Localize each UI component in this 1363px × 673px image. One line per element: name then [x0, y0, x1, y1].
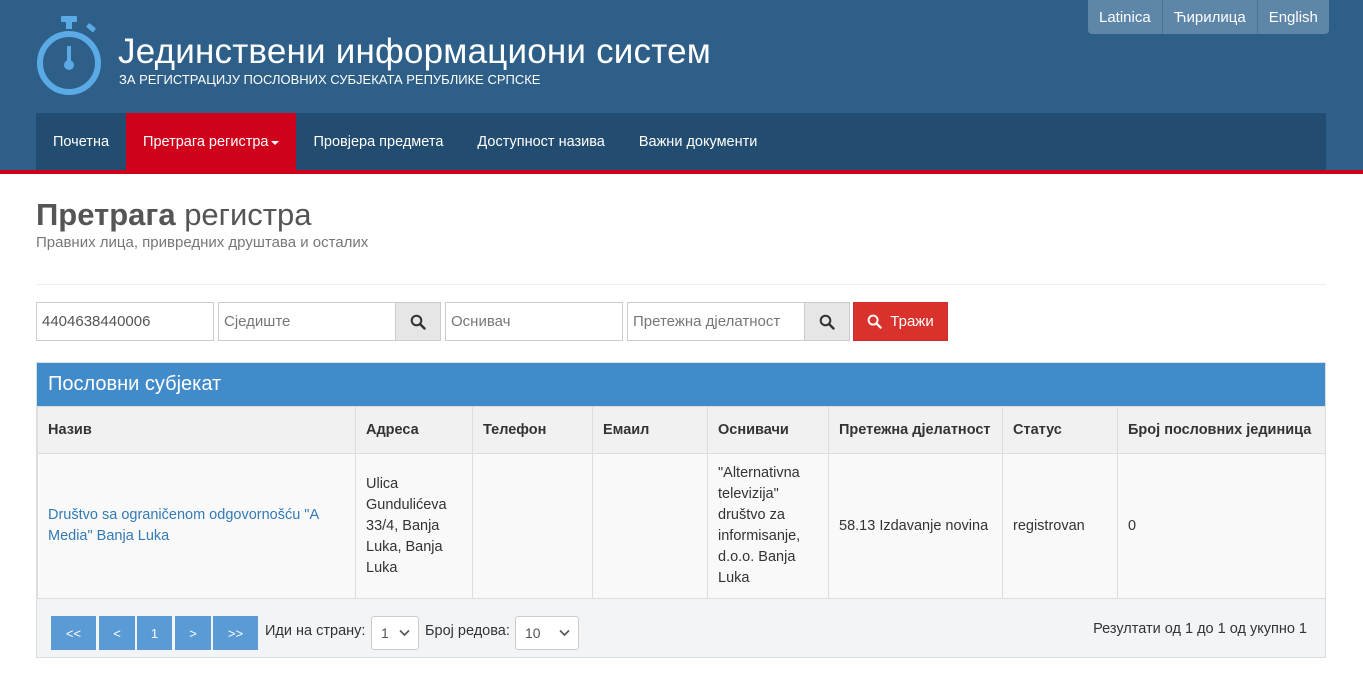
column-header-status[interactable]: Статус [1002, 406, 1118, 454]
header-accent-line [0, 170, 1363, 174]
column-header-phone[interactable]: Телефон [472, 406, 593, 454]
results-summary: Резултати од 1 до 1 од укупно 1 [1093, 621, 1307, 637]
registration-number-input[interactable]: 4404638440006 [36, 302, 214, 341]
rows-per-page-value: 10 [525, 625, 541, 641]
seat-input[interactable]: Сједиште [218, 302, 396, 341]
site-header: Јединствени информациони систем ЗА РЕГИС… [0, 0, 1363, 170]
submit-search-label: Тражи [890, 313, 934, 330]
cell-status: registrovan [1002, 453, 1118, 599]
column-header-email[interactable]: Емаил [592, 406, 708, 454]
goto-page-select[interactable]: 1 [371, 616, 419, 650]
stopwatch-logo-icon[interactable] [34, 16, 104, 98]
column-header-units[interactable]: Број пословних јединица [1117, 406, 1326, 454]
goto-page-value: 1 [381, 625, 389, 641]
pagination-bar: << < 1 > >> Иди на страну: 1 Број редова… [37, 598, 1325, 657]
chevron-down-icon [399, 629, 410, 637]
column-header-founders[interactable]: Оснивачи [707, 406, 829, 454]
search-icon [819, 314, 835, 330]
nav-item-name-availability[interactable]: Доступност назива [460, 113, 621, 170]
language-latinica-button[interactable]: Latinica [1088, 0, 1163, 34]
cell-founders: "Alternativna televizija" društvo za inf… [707, 453, 829, 599]
column-header-name[interactable]: Назив [37, 406, 356, 454]
nav-item-label: Претрага регистра [143, 133, 269, 150]
table-row: Društvo sa ograničenom odgovornošću "A M… [37, 453, 1326, 599]
column-header-activity[interactable]: Претежна дјелатност [828, 406, 1003, 454]
results-table: Назив Адреса Телефон Емаил Оснивачи Прет… [37, 406, 1326, 599]
cell-units: 0 [1117, 453, 1326, 599]
previous-page-button[interactable]: < [99, 616, 135, 650]
page-title: Претрага регистра [36, 197, 311, 233]
panel-heading: Пословни субјекат [37, 363, 1325, 406]
main-navbar: Почетна Претрага регистра Провјера предм… [36, 113, 1326, 170]
current-page-button[interactable]: 1 [137, 616, 172, 650]
rows-per-page-select[interactable]: 10 [515, 616, 579, 650]
rows-per-page-label: Број редова: [425, 623, 510, 639]
search-icon [867, 314, 882, 329]
last-page-button[interactable]: >> [213, 616, 258, 650]
cell-email [592, 453, 708, 599]
goto-page-label: Иди на страну: [265, 623, 366, 639]
table-header-row: Назив Адреса Телефон Емаил Оснивачи Прет… [37, 406, 1326, 454]
language-english-button[interactable]: English [1257, 0, 1329, 34]
caret-down-icon [271, 140, 280, 145]
cell-activity: 58.13 Izdavanje novina [828, 453, 1003, 599]
divider [36, 284, 1326, 285]
language-switcher: Latinica Ћирилица English [1088, 0, 1329, 34]
page-title-light: регистра [184, 197, 312, 232]
site-subtitle: ЗА РЕГИСТРАЦИЈУ ПОСЛОВНИХ СУБЈЕКАТА РЕПУ… [119, 72, 541, 87]
site-title: Јединствени информациони систем [118, 32, 712, 71]
page-title-bold: Претрага [36, 197, 176, 232]
activity-search-button[interactable] [804, 302, 850, 341]
nav-item-important-documents[interactable]: Важни документи [622, 113, 774, 170]
company-link[interactable]: Društvo sa ograničenom odgovornošću "A M… [48, 507, 318, 544]
nav-item-case-check[interactable]: Провјера предмета [296, 113, 460, 170]
search-icon [410, 314, 426, 330]
founder-input[interactable]: Оснивач [445, 302, 623, 341]
chevron-down-icon [559, 629, 570, 637]
cell-phone [472, 453, 593, 599]
results-panel: Пословни субјекат Назив Адреса Телефон Е… [36, 362, 1326, 658]
nav-item-home[interactable]: Почетна [36, 113, 126, 170]
language-cyrillic-button[interactable]: Ћирилица [1162, 0, 1258, 34]
first-page-button[interactable]: << [51, 616, 96, 650]
cell-address: Ulica Gundulićeva 33/4, Banja Luka, Banj… [355, 453, 473, 599]
page-subtitle: Правних лица, привредних друштава и оста… [36, 234, 369, 251]
nav-item-registry-search[interactable]: Претрага регистра [126, 113, 297, 170]
column-header-address[interactable]: Адреса [355, 406, 473, 454]
submit-search-button[interactable]: Тражи [853, 302, 948, 341]
cell-name: Društvo sa ograničenom odgovornošću "A M… [37, 453, 356, 599]
seat-search-button[interactable] [395, 302, 441, 341]
next-page-button[interactable]: > [175, 616, 211, 650]
activity-input[interactable]: Претежна дјелатност [627, 302, 805, 341]
